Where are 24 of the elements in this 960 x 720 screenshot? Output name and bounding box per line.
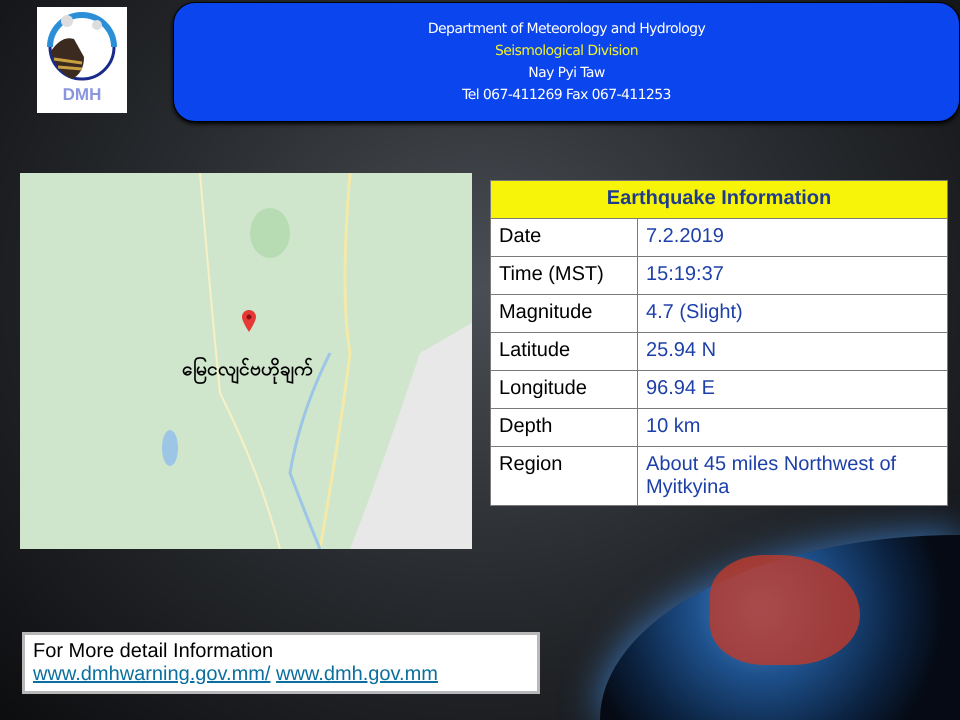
value-cell: 10 km: [638, 408, 948, 446]
header-line: Seismological Division: [494, 43, 638, 59]
label-cell: Magnitude: [490, 294, 638, 332]
label-cell: Region: [490, 446, 638, 506]
label-cell: Latitude: [490, 332, 638, 370]
header-line: Nay Pyi Taw: [528, 65, 605, 81]
website-link[interactable]: www.dmhwarning.gov.mm/: [33, 663, 270, 685]
label-cell: Date: [490, 218, 638, 256]
logo-text: DMH: [62, 85, 102, 105]
value-cell: About 45 miles Northwest of Myitkyina: [638, 446, 948, 506]
website-link[interactable]: www.dmh.gov.mm: [276, 663, 438, 685]
value-cell: 15:19:37: [638, 256, 948, 294]
info-text: For More detail Information: [33, 640, 274, 663]
label-cell: Depth: [490, 408, 638, 446]
table-title: Earthquake Information: [490, 180, 948, 218]
value-cell: 4.7 (Slight): [638, 294, 948, 332]
header-line: Department of Meteorology and Hydrology: [428, 21, 706, 37]
label-cell: Longitude: [490, 370, 638, 408]
value-cell: 96.94 E: [638, 370, 948, 408]
value-cell: 25.94 N: [638, 332, 948, 370]
label-cell: Time (MST): [490, 256, 638, 294]
header-line: Tel 067-411269 Fax 067-411253: [462, 87, 671, 103]
value-cell: 7.2.2019: [638, 218, 948, 256]
epicenter-label: မြေငလျင်ဗဟိုချက်: [182, 356, 313, 384]
